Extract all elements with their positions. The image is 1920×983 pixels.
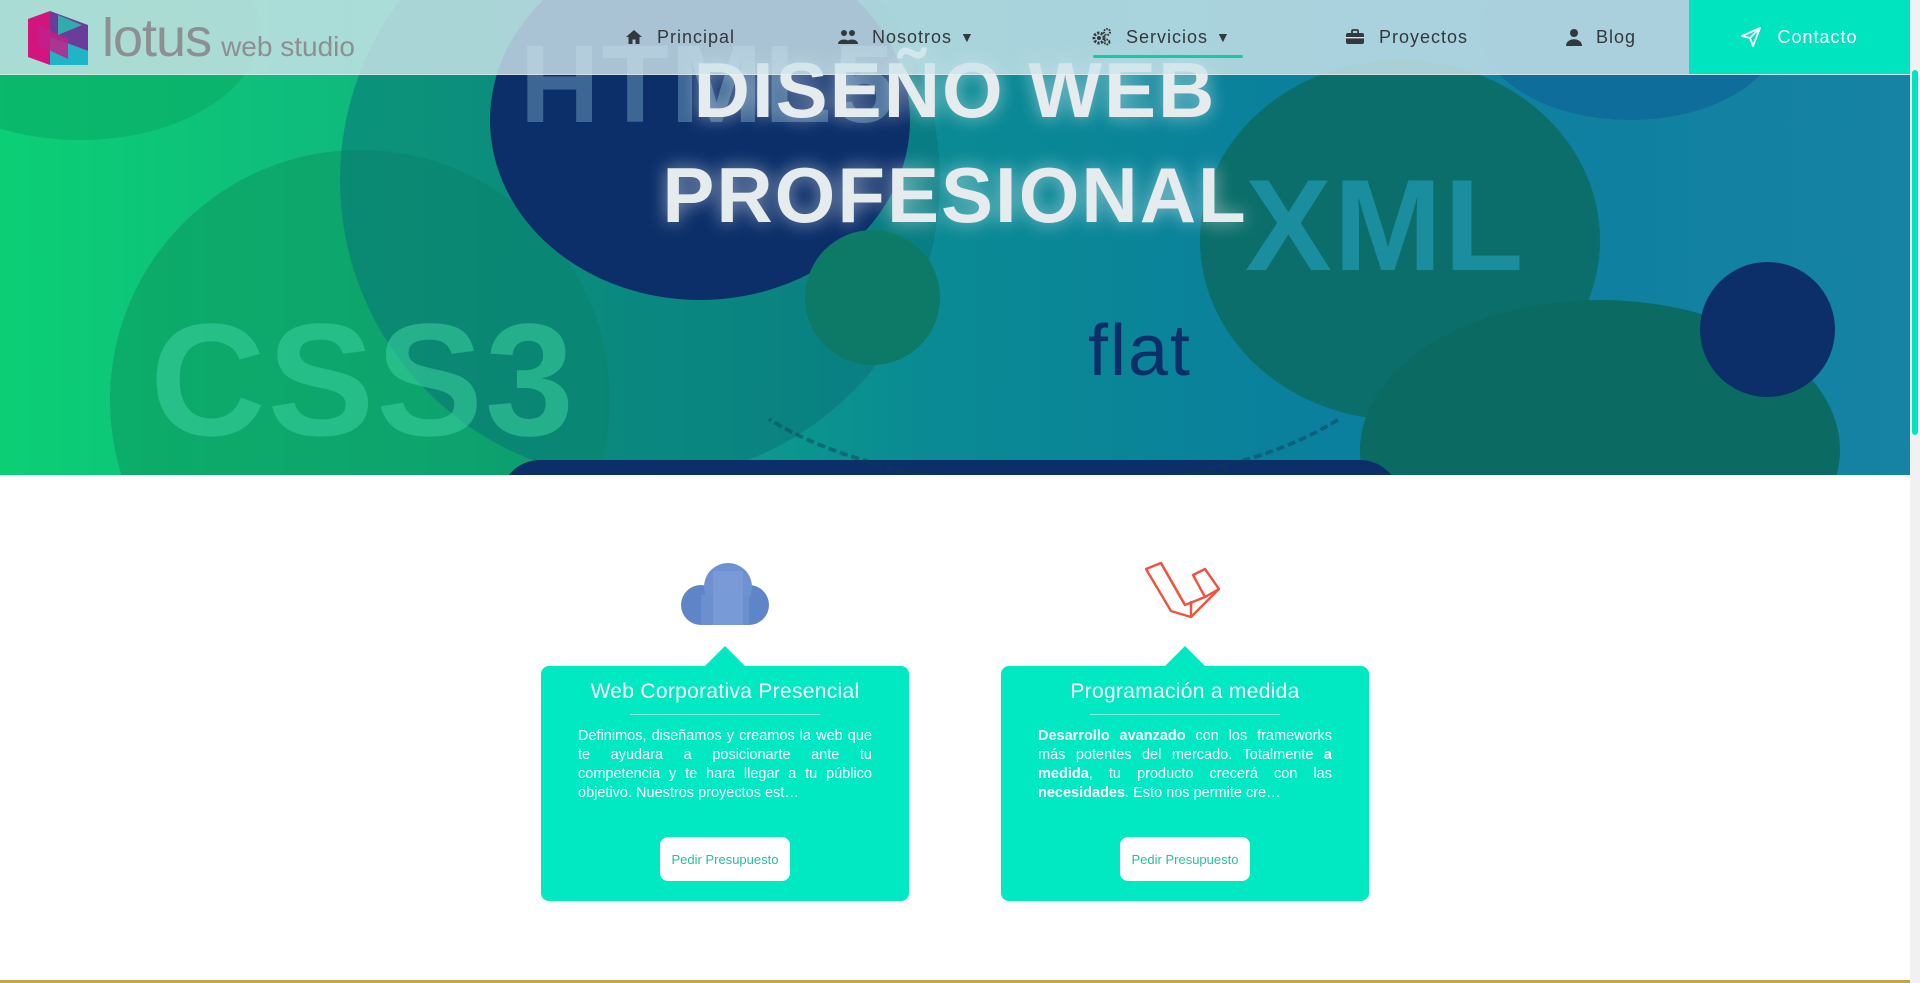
nav-label-blog: Blog — [1596, 26, 1637, 47]
card-divider — [630, 714, 820, 715]
nav-label-nosotros: Nosotros — [872, 26, 953, 47]
home-icon — [626, 30, 642, 44]
service-card-title: Programación a medida — [1070, 680, 1300, 703]
service-card: Programación a medida Desarrollo avanzad… — [1001, 646, 1369, 901]
emphasis-text: necesidades — [1038, 785, 1126, 801]
hero-bg-circle — [1700, 262, 1835, 397]
service-programacion-medida: Programación a medida Desarrollo avanzad… — [1001, 545, 1369, 901]
nav-label-principal: Principal — [657, 26, 736, 47]
request-quote-button[interactable]: Pedir Presupuesto — [660, 837, 790, 881]
brand-name: lotus — [102, 8, 212, 68]
brand-tagline: web studio — [221, 31, 355, 62]
caret-down-icon: ▼ — [960, 29, 975, 45]
service-icon-wrap — [541, 545, 909, 625]
gears-icon — [1092, 28, 1111, 46]
hero-title-line-2: PROFESIONAL — [662, 151, 1248, 239]
service-icon-wrap — [1001, 545, 1369, 625]
nav-item-blog[interactable]: Blog — [1566, 0, 1636, 74]
paper-plane-icon — [1741, 27, 1762, 47]
nav-item-proyectos[interactable]: Proyectos — [1345, 0, 1468, 74]
service-card-description: Desarrollo avanzado con los frameworks m… — [1038, 727, 1332, 803]
hero-bg-word-flat: flat — [1088, 311, 1193, 391]
nav-item-principal[interactable]: Principal — [625, 0, 735, 74]
body-text: , tu producto crecerá con las — [1088, 766, 1332, 782]
lotus-logo-icon — [28, 11, 88, 65]
service-card-title: Web Corporativa Presencial — [590, 680, 860, 703]
service-card-description: Definimos, diseñamos y creamos la web qu… — [578, 728, 872, 801]
users-icon — [838, 30, 858, 44]
service-card: Web Corporativa Presencial Definimos, di… — [541, 646, 909, 901]
top-navbar: lotus web studio Principal Nosotros ▼ Se… — [0, 0, 1910, 75]
emphasis-text: Desarrollo avanzado — [1038, 728, 1186, 744]
vertical-scrollbar[interactable] — [1910, 0, 1920, 983]
hero-bg-word-css: CSS3 — [150, 290, 576, 469]
laravel-icon — [1144, 561, 1221, 619]
brand-logo[interactable]: lotus web studio — [28, 8, 355, 68]
body-text: . Esto nos permite cre… — [1125, 785, 1281, 801]
card-divider — [1090, 714, 1280, 715]
contact-button-label: Contacto — [1777, 26, 1858, 47]
caret-down-icon: ▼ — [1216, 29, 1231, 45]
nav-label-servicios: Servicios — [1126, 26, 1209, 47]
briefcase-icon — [1346, 29, 1364, 44]
nav-item-nosotros[interactable]: Nosotros ▼ — [838, 0, 975, 74]
nav-item-servicios[interactable]: Servicios ▼ — [1092, 0, 1231, 74]
nav-active-indicator — [1093, 55, 1243, 58]
user-icon — [1566, 29, 1582, 46]
service-web-corporativa: Web Corporativa Presencial Definimos, di… — [541, 545, 909, 901]
scrollbar-thumb[interactable] — [1912, 70, 1918, 435]
nav-label-proyectos: Proyectos — [1379, 26, 1469, 47]
contact-button[interactable]: Contacto — [1689, 0, 1910, 74]
cloud-icon — [681, 563, 769, 625]
request-quote-button[interactable]: Pedir Presupuesto — [1120, 837, 1250, 881]
